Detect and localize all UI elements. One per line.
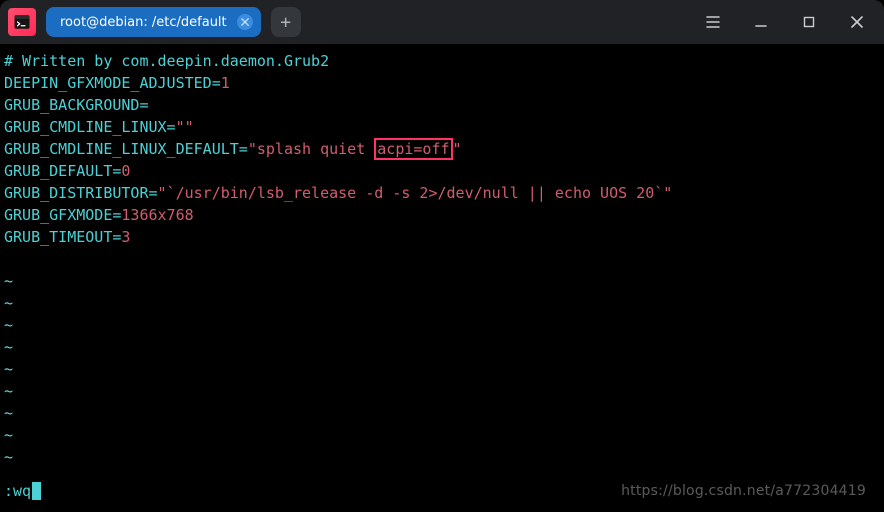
vi-tilde-line: ~: [4, 270, 880, 292]
file-line: GRUB_CMDLINE_LINUX="": [4, 116, 880, 138]
plus-icon: +: [280, 12, 291, 33]
cfg-val-prefix: "splash quiet: [248, 140, 374, 158]
cfg-key: GRUB_CMDLINE_LINUX=: [4, 118, 176, 136]
minimize-button[interactable]: [742, 7, 780, 37]
vi-command-line[interactable]: :wq: [4, 480, 41, 502]
cfg-val: 3: [121, 228, 130, 246]
file-line: GRUB_GFXMODE=1366x768: [4, 204, 880, 226]
menu-icon: [706, 16, 720, 28]
tab-title: root@debian: /etc/default: [60, 15, 227, 30]
terminal-viewport[interactable]: # Written by com.deepin.daemon.Grub2 DEE…: [0, 44, 884, 512]
file-line: GRUB_DEFAULT=0: [4, 160, 880, 182]
cfg-val: "": [176, 118, 194, 136]
tab-close-button[interactable]: [237, 14, 253, 30]
file-comment-line: # Written by com.deepin.daemon.Grub2: [4, 50, 880, 72]
vi-tilde-line: ~: [4, 424, 880, 446]
cfg-val: 0: [121, 162, 130, 180]
file-line: GRUB_TIMEOUT=3: [4, 226, 880, 248]
vi-tilde-line: ~: [4, 446, 880, 468]
cfg-key: DEEPIN_GFXMODE_ADJUSTED=: [4, 74, 221, 92]
file-line: GRUB_BACKGROUND=: [4, 94, 880, 116]
cfg-key: GRUB_CMDLINE_LINUX_DEFAULT=: [4, 140, 248, 158]
tab-active[interactable]: root@debian: /etc/default: [46, 7, 261, 37]
file-line: DEEPIN_GFXMODE_ADJUSTED=1: [4, 72, 880, 94]
maximize-button[interactable]: [790, 7, 828, 37]
cfg-key: GRUB_TIMEOUT=: [4, 228, 121, 246]
maximize-icon: [803, 16, 815, 28]
minimize-icon: [755, 16, 767, 28]
close-icon: [851, 16, 863, 28]
terminal-app-icon[interactable]: [8, 8, 36, 36]
vi-tilde-line: ~: [4, 380, 880, 402]
vi-tilde-line: ~: [4, 292, 880, 314]
cfg-val: 1: [221, 74, 230, 92]
cfg-key: GRUB_DISTRIBUTOR=: [4, 184, 158, 202]
vi-tilde-line: ~: [4, 314, 880, 336]
blank-line: [4, 248, 880, 270]
menu-button[interactable]: [694, 7, 732, 37]
file-line: GRUB_DISTRIBUTOR="`/usr/bin/lsb_release …: [4, 182, 880, 204]
terminal-icon: [13, 13, 31, 31]
highlighted-acpi-off: acpi=off: [374, 138, 452, 160]
cfg-val: 1366x768: [121, 206, 193, 224]
vi-command-text: :wq: [4, 482, 31, 500]
titlebar: root@debian: /etc/default +: [0, 0, 884, 44]
cfg-val-suffix: ": [453, 140, 462, 158]
close-icon: [241, 18, 249, 26]
terminal-window: root@debian: /etc/default +: [0, 0, 884, 512]
cfg-key: GRUB_DEFAULT=: [4, 162, 121, 180]
vi-tilde-line: ~: [4, 358, 880, 380]
vi-tilde-line: ~: [4, 402, 880, 424]
file-line-grub-cmdline-default: GRUB_CMDLINE_LINUX_DEFAULT="splash quiet…: [4, 138, 880, 160]
cfg-val: "`/usr/bin/lsb_release -d -s 2>/dev/null…: [158, 184, 673, 202]
cfg-key: GRUB_GFXMODE=: [4, 206, 121, 224]
new-tab-button[interactable]: +: [271, 7, 301, 37]
vi-tilde-line: ~: [4, 336, 880, 358]
window-close-button[interactable]: [838, 7, 876, 37]
watermark-text: https://blog.csdn.net/a772304419: [621, 480, 866, 502]
cursor-block: [32, 482, 41, 500]
